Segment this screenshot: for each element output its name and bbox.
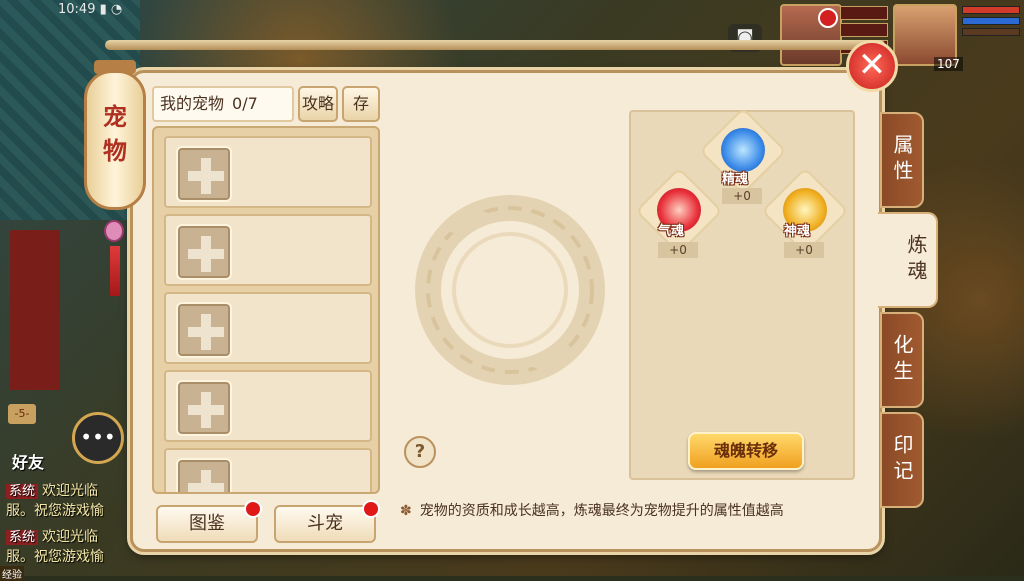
scroll-rod bbox=[105, 40, 885, 50]
essence-soul-gem[interactable] bbox=[721, 128, 765, 172]
plus-icon bbox=[176, 458, 232, 492]
friends-label[interactable]: 好友 bbox=[12, 449, 44, 473]
essence-soul-value: +0 bbox=[722, 188, 762, 204]
red-pillar bbox=[10, 230, 60, 390]
pet-slot-list[interactable] bbox=[152, 126, 380, 494]
chat-text: 欢迎光临 bbox=[42, 483, 99, 499]
spirit-soul-label: 神魂 bbox=[784, 224, 811, 239]
notification-dot bbox=[818, 8, 838, 28]
chat-text: 服。祝您游戏愉 bbox=[6, 503, 104, 519]
store-button[interactable]: 存 bbox=[342, 86, 380, 122]
chat-tag: 系统 bbox=[6, 530, 39, 545]
exp-label: 经验 bbox=[0, 566, 24, 581]
empty-pet-slot[interactable] bbox=[164, 448, 372, 492]
qi-soul-value: +0 bbox=[658, 242, 698, 258]
empty-pet-slot[interactable] bbox=[164, 370, 372, 442]
my-pets-label: 我的宠物 bbox=[160, 94, 225, 113]
dragon-ring-emblem bbox=[415, 195, 605, 385]
hint-text: ✽ 宠物的资质和成长越高，炼魂最终为宠物提升的属性值越高 bbox=[400, 500, 784, 520]
chat-bubble-icon[interactable]: ••• bbox=[72, 412, 124, 464]
chat-text: 欢迎光临 bbox=[42, 529, 99, 545]
chat-text: 服。祝您游戏愉 bbox=[6, 549, 104, 565]
empty-pet-slot[interactable] bbox=[164, 136, 372, 208]
atlas-notification-dot bbox=[244, 500, 262, 518]
my-pets-header: 我的宠物 0/7 bbox=[152, 86, 294, 122]
chat-line: 服。祝您游戏愉 bbox=[6, 546, 104, 566]
chat-line: 系统 欢迎光临 bbox=[6, 526, 98, 546]
chat-line: 系统 欢迎光临 bbox=[6, 480, 98, 500]
qi-soul-label: 气魂 bbox=[658, 224, 685, 239]
asterisk-icon: ✽ bbox=[400, 503, 412, 519]
plus-icon bbox=[176, 302, 232, 358]
battle-notification-dot bbox=[362, 500, 380, 518]
chat-level-badge: -5- bbox=[8, 404, 36, 424]
plus-icon bbox=[176, 224, 232, 280]
help-button[interactable]: ? bbox=[404, 436, 436, 468]
essence-soul-label: 精魂 bbox=[722, 172, 749, 187]
strategy-button[interactable]: 攻略 bbox=[298, 86, 338, 122]
plus-icon bbox=[176, 146, 232, 202]
tab-rebirth[interactable]: 化生 bbox=[880, 312, 924, 408]
chat-tag: 系统 bbox=[6, 484, 39, 499]
pet-battle-button[interactable]: 斗宠 bbox=[274, 505, 376, 543]
hint-label: 宠物的资质和成长越高，炼魂最终为宠物提升的属性值越高 bbox=[419, 503, 784, 519]
tab-imprint[interactable]: 印记 bbox=[880, 412, 924, 508]
empty-pet-slot[interactable] bbox=[164, 214, 372, 286]
status-bar: 10:49 ▮ ◔ bbox=[58, 2, 122, 17]
spirit-soul-value: +0 bbox=[784, 242, 824, 258]
tab-soul-refine[interactable]: 炼魂 bbox=[878, 212, 938, 308]
chat-line: 服。祝您游戏愉 bbox=[6, 500, 104, 520]
panel-title: 宠物 bbox=[103, 103, 127, 165]
plus-icon bbox=[176, 380, 232, 436]
player-bars bbox=[962, 6, 1020, 39]
tab-attributes[interactable]: 属性 bbox=[880, 112, 924, 208]
battery-icon: ▮ ◔ bbox=[99, 2, 123, 17]
pet-atlas-button[interactable]: 图鉴 bbox=[156, 505, 258, 543]
tassel-ornament bbox=[104, 220, 126, 310]
close-button[interactable]: ✕ bbox=[846, 40, 898, 92]
empty-pet-slot[interactable] bbox=[164, 292, 372, 364]
pet-count: 0/7 bbox=[232, 94, 258, 113]
clock: 10:49 bbox=[58, 2, 96, 17]
player-level: 107 bbox=[934, 57, 963, 71]
soul-transfer-button[interactable]: 魂魄转移 bbox=[688, 432, 804, 470]
